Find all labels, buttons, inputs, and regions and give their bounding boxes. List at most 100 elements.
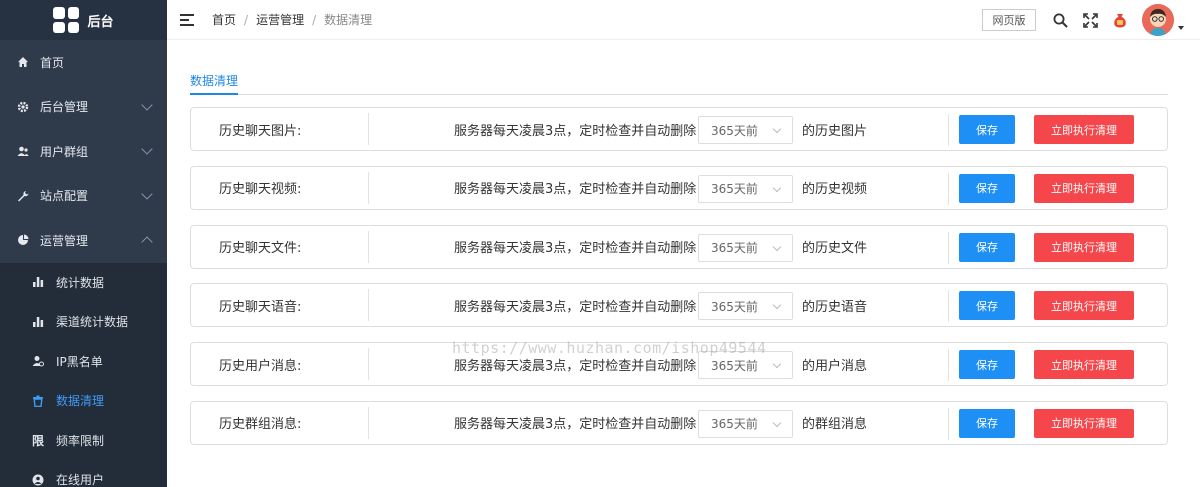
retention-select[interactable]: 365天前 — [698, 292, 793, 321]
sidebar-item-home[interactable]: 首页 — [0, 40, 167, 85]
divider — [948, 172, 949, 205]
sidebar-item-label: 首页 — [40, 55, 65, 70]
logo-text: 后台 — [87, 14, 114, 30]
home-icon — [16, 55, 30, 69]
clean-now-button[interactable]: 立即执行清理 — [1034, 115, 1134, 144]
retention-select[interactable]: 365天前 — [698, 116, 793, 144]
chevron-down-icon — [141, 143, 153, 155]
sidebar-item-label: 用户群组 — [40, 144, 89, 159]
select-value: 365天前 — [711, 123, 758, 138]
sidebar-item-label: 在线用户 — [56, 473, 105, 487]
breadcrumb-home[interactable]: 首页 — [212, 11, 236, 28]
save-button[interactable]: 保存 — [959, 232, 1015, 262]
retention-select[interactable]: 365天前 — [698, 174, 793, 203]
sidebar-item-rate-limit[interactable]: 限 频率限制 — [0, 421, 167, 461]
row-description: 服务器每天凌晨3点，定时检查并自动删除 — [454, 241, 697, 257]
row-label: 历史聊天图片: — [191, 113, 369, 145]
chevron-down-icon — [141, 188, 153, 200]
divider — [948, 349, 949, 382]
clean-now-button[interactable]: 立即执行清理 — [1034, 408, 1134, 438]
sidebar-item-data-cleanup[interactable]: 数据清理 — [0, 381, 167, 421]
divider — [948, 231, 949, 264]
bar-chart-icon — [32, 276, 44, 288]
row-label: 历史聊天视频: — [191, 171, 369, 204]
main-content: 数据清理 历史聊天图片: 服务器每天凌晨3点，定时检查并自动删除 365天前 的… — [190, 64, 1168, 460]
header: 首页 / 运营管理 / 数据清理 网页版 — [167, 0, 1200, 40]
sidebar: 后台 首页 后台管理 用户群组 站点配置 运营管理 统计数据 渠道统计数据 IP… — [0, 0, 167, 487]
menu-toggle-icon[interactable] — [180, 13, 194, 26]
retention-select[interactable]: 365天前 — [698, 409, 793, 438]
chevron-down-icon — [772, 124, 782, 134]
sidebar-item-label: 频率限制 — [56, 433, 105, 448]
sidebar-item-stats[interactable]: 统计数据 — [0, 263, 167, 303]
operations-icon — [16, 233, 30, 247]
save-button[interactable]: 保存 — [959, 291, 1015, 321]
row-suffix: 的历史文件 — [802, 241, 868, 257]
clean-now-button[interactable]: 立即执行清理 — [1034, 350, 1134, 380]
tab-bar: 数据清理 — [190, 64, 1168, 95]
breadcrumb-current: 数据清理 — [324, 13, 373, 27]
chevron-down-icon — [772, 183, 782, 193]
sidebar-item-ip-blacklist[interactable]: IP黑名单 — [0, 342, 167, 382]
fullscreen-icon[interactable] — [1082, 12, 1098, 28]
cleanup-row-images: 历史聊天图片: 服务器每天凌晨3点，定时检查并自动删除 365天前 的历史图片 … — [190, 107, 1168, 151]
row-label: 历史用户消息: — [191, 348, 369, 381]
clean-now-button[interactable]: 立即执行清理 — [1034, 173, 1134, 203]
search-icon[interactable] — [1052, 12, 1068, 28]
row-description: 服务器每天凌晨3点，定时检查并自动删除 — [454, 299, 697, 315]
sidebar-item-label: 运营管理 — [40, 233, 89, 248]
select-value: 365天前 — [711, 358, 758, 373]
retention-select[interactable]: 365天前 — [698, 351, 793, 380]
select-value: 365天前 — [711, 182, 758, 197]
save-button[interactable]: 保存 — [959, 173, 1015, 203]
trash-icon — [32, 395, 44, 407]
sidebar-item-label: 统计数据 — [56, 275, 105, 290]
sidebar-item-online-users[interactable]: 在线用户 — [0, 460, 167, 487]
clean-now-button[interactable]: 立即执行清理 — [1034, 291, 1134, 321]
save-button[interactable]: 保存 — [959, 408, 1015, 438]
save-button[interactable]: 保存 — [959, 350, 1015, 380]
sidebar-item-label: 后台管理 — [40, 100, 89, 115]
sidebar-item-label: 站点配置 — [40, 189, 89, 204]
row-description: 服务器每天凌晨3点，定时检查并自动删除 — [454, 358, 697, 374]
limit-glyph: 限 — [32, 433, 45, 448]
cleanup-rows: 历史聊天图片: 服务器每天凌晨3点，定时检查并自动删除 365天前 的历史图片 … — [190, 107, 1168, 445]
sidebar-item-operations[interactable]: 运营管理 — [0, 218, 167, 263]
row-suffix: 的历史语音 — [802, 299, 868, 315]
save-button[interactable]: 保存 — [959, 115, 1015, 144]
wrench-icon — [16, 189, 30, 203]
row-description: 服务器每天凌晨3点，定时检查并自动删除 — [454, 182, 697, 198]
header-actions: 网页版 — [982, 0, 1200, 40]
chevron-down-icon — [141, 99, 153, 111]
web-version-button[interactable]: 网页版 — [982, 9, 1036, 31]
chevron-down-icon — [772, 418, 782, 428]
row-description: 服务器每天凌晨3点，定时检查并自动删除 — [454, 123, 697, 139]
sidebar-item-admin[interactable]: 后台管理 — [0, 85, 167, 130]
sidebar-item-site-config[interactable]: 站点配置 — [0, 174, 167, 219]
divider — [948, 114, 949, 146]
logo-icon — [53, 7, 80, 33]
retention-select[interactable]: 365天前 — [698, 233, 793, 262]
row-label: 历史聊天语音: — [191, 289, 369, 322]
breadcrumb-operations[interactable]: 运营管理 — [256, 11, 304, 28]
sidebar-item-user-groups[interactable]: 用户群组 — [0, 129, 167, 174]
divider — [948, 290, 949, 323]
bar-chart-icon — [32, 316, 44, 328]
row-suffix: 的群组消息 — [802, 417, 868, 433]
users-icon — [16, 144, 30, 158]
tab-data-cleanup[interactable]: 数据清理 — [190, 64, 239, 95]
gear-icon — [16, 100, 30, 114]
sidebar-item-label: 数据清理 — [56, 394, 105, 409]
row-label: 历史聊天文件: — [191, 230, 369, 263]
money-bag-icon[interactable] — [1112, 12, 1128, 28]
operations-submenu: 统计数据 渠道统计数据 IP黑名单 数据清理 限 频率限制 在线用户 — [0, 262, 167, 487]
chevron-down-icon — [772, 242, 782, 251]
avatar[interactable] — [1142, 4, 1174, 36]
user-block-icon — [32, 355, 44, 367]
logo[interactable]: 后台 — [0, 0, 167, 40]
caret-down-icon[interactable] — [1178, 26, 1184, 30]
cleanup-row-videos: 历史聊天视频: 服务器每天凌晨3点，定时检查并自动删除 365天前 的历史视频 … — [190, 165, 1168, 210]
sidebar-item-channel-stats[interactable]: 渠道统计数据 — [0, 302, 167, 342]
chevron-up-icon — [141, 236, 153, 248]
clean-now-button[interactable]: 立即执行清理 — [1034, 232, 1134, 262]
